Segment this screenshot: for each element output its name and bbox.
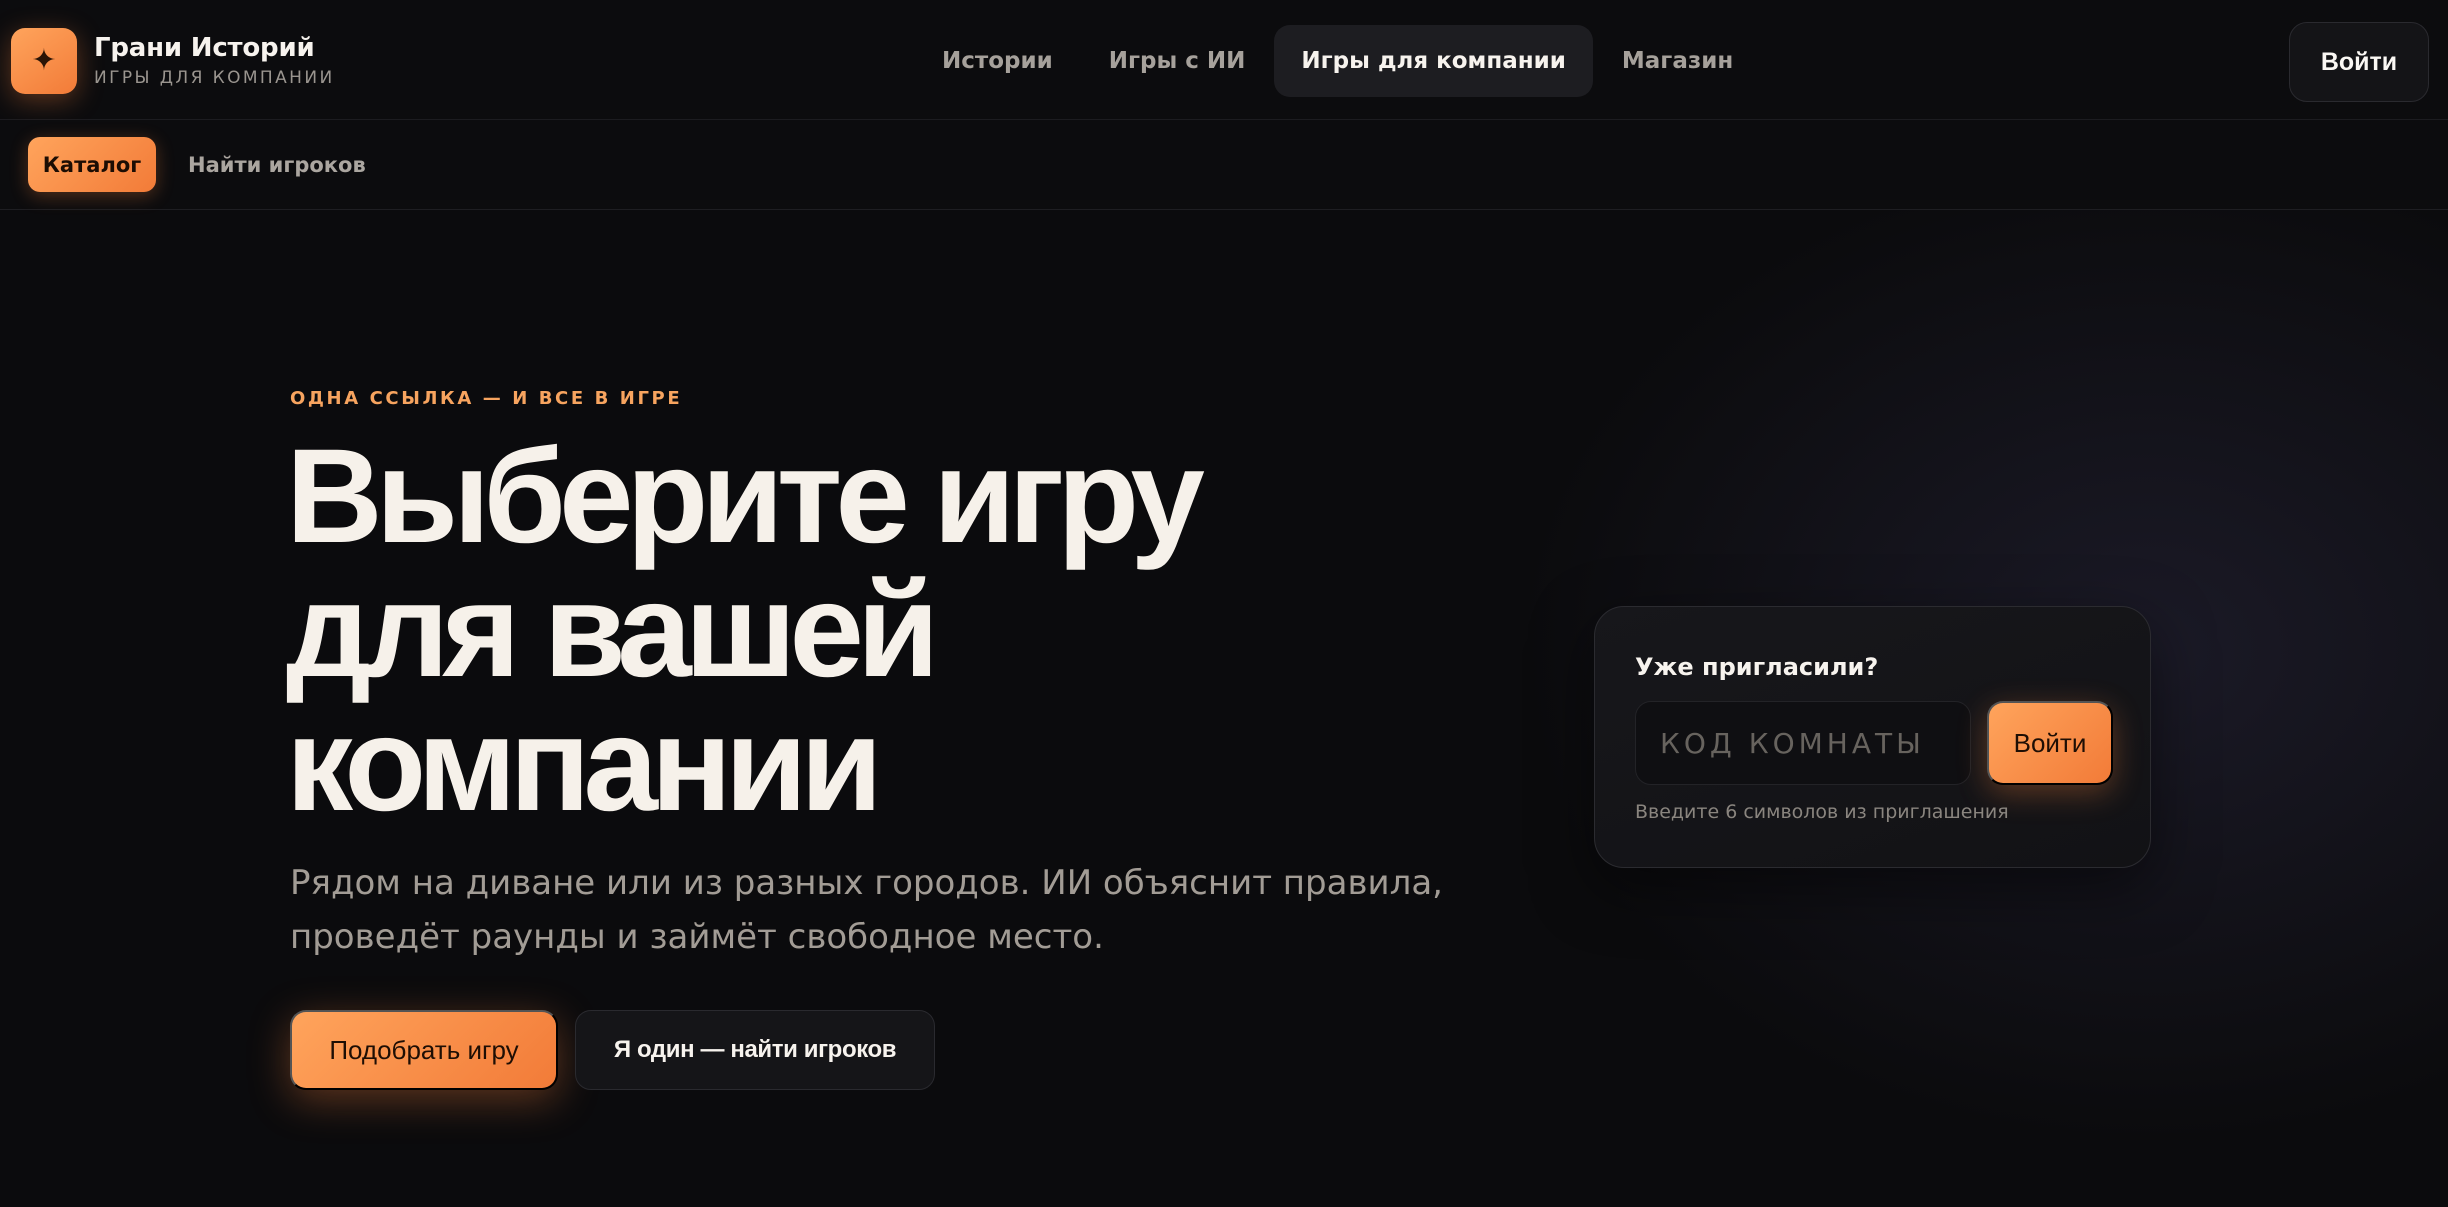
brand-name[interactable]: Грани Историй bbox=[94, 33, 315, 63]
subnav-item-catalog[interactable]: Каталог bbox=[28, 137, 156, 192]
join-card-title: Уже пригласили? bbox=[1635, 653, 1879, 681]
nav-item-stories[interactable]: Истории bbox=[915, 25, 1080, 97]
nav-item-party-games[interactable]: Игры для компании bbox=[1274, 25, 1593, 97]
find-players-button[interactable]: Я один — найти игроков bbox=[575, 1010, 935, 1090]
nav-item-ai-games[interactable]: Игры с ИИ bbox=[1082, 25, 1273, 97]
join-room-button[interactable]: Войти bbox=[1987, 701, 2113, 785]
hero-headline-line: Выберите игру bbox=[286, 422, 1205, 571]
hero-eyebrow: ОДНА ССЫЛКА — И ВСЕ В ИГРЕ bbox=[290, 388, 683, 409]
join-room-card: Уже пригласили? Войти Введите 6 символов… bbox=[1594, 606, 2151, 868]
top-header: ✦ Грани Историй ИГРЫ ДЛЯ КОМПАНИИ Истори… bbox=[0, 0, 2448, 120]
login-button[interactable]: Войти bbox=[2289, 22, 2429, 102]
hero-description: Рядом на диване или из разных городов. И… bbox=[290, 856, 1450, 964]
hero-headline-line: для вашей bbox=[286, 556, 939, 705]
hero-description-line: Рядом на диване или из разных городов. И… bbox=[290, 863, 1443, 903]
main-nav: Истории Игры с ИИ Игры для компании Мага… bbox=[915, 25, 1760, 97]
brand-tagline: ИГРЫ ДЛЯ КОМПАНИИ bbox=[94, 68, 335, 88]
logo[interactable]: ✦ bbox=[11, 28, 77, 94]
pick-game-button[interactable]: Подобрать игру bbox=[290, 1010, 558, 1090]
hero-headline: Выберите игру для вашей компании bbox=[286, 430, 1386, 832]
subnav-item-find-players[interactable]: Найти игроков bbox=[188, 137, 366, 192]
nav-item-shop[interactable]: Магазин bbox=[1595, 25, 1760, 97]
hero-description-line: проведёт раунды и займёт свободное место… bbox=[290, 917, 1104, 957]
sparkle-icon: ✦ bbox=[31, 43, 57, 78]
room-code-hint: Введите 6 символов из приглашения bbox=[1635, 801, 2009, 823]
room-code-input[interactable] bbox=[1635, 701, 1971, 785]
hero-headline-line: компании bbox=[286, 690, 883, 839]
sub-nav: Каталог Найти игроков bbox=[0, 120, 2448, 210]
